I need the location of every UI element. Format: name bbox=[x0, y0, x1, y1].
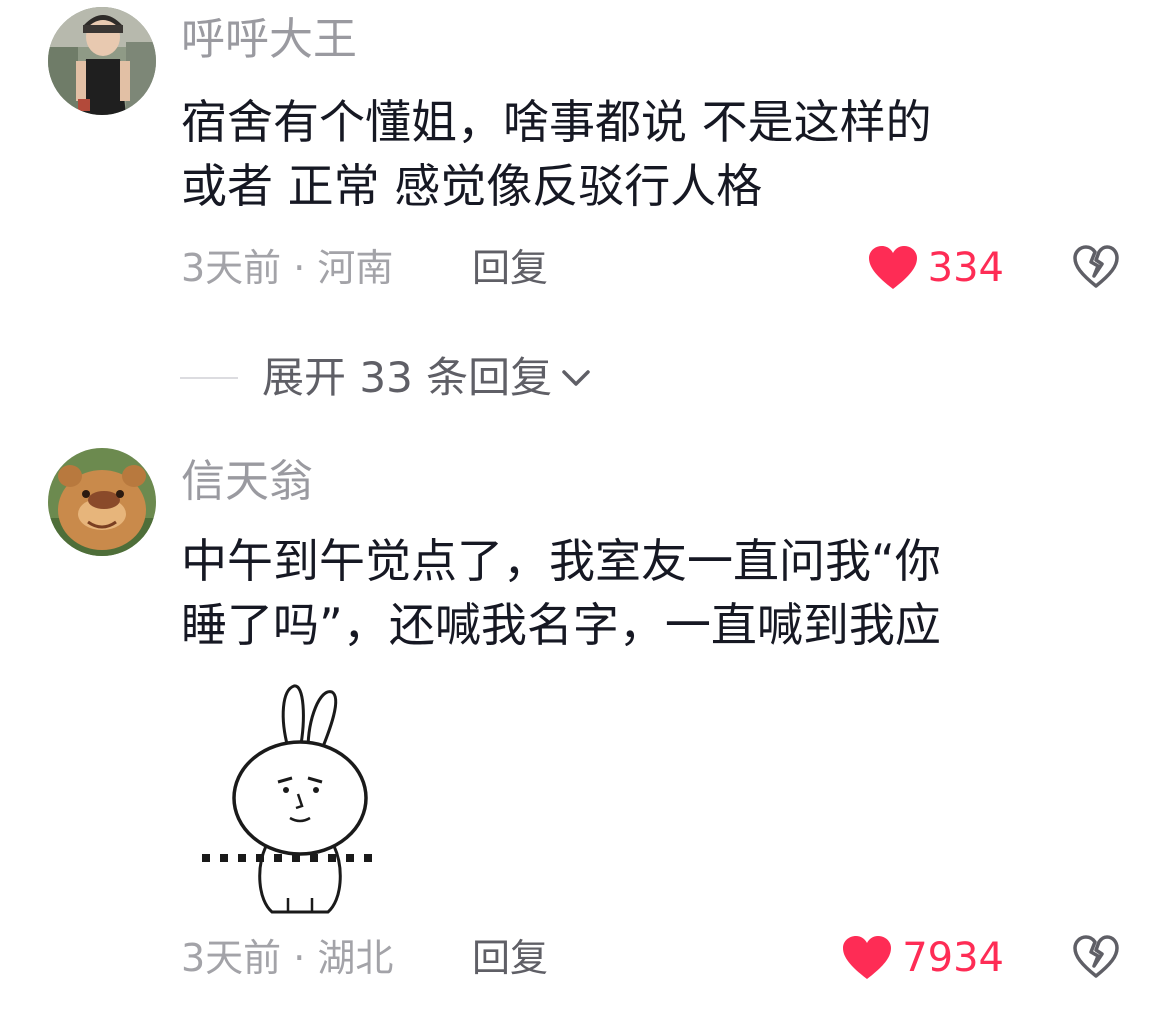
comment-text-line: 睡了吗”，还喊我名字，一直喊到我应 bbox=[181, 598, 941, 652]
username[interactable]: 呼呼大王 bbox=[181, 12, 357, 68]
expand-replies-label: 展开 33 条回复 bbox=[262, 353, 553, 402]
heart-icon bbox=[843, 936, 892, 979]
comment-item: 呼呼大王 宿舍有个懂姐，啥事都说 不是这样的 或者 正常 感觉像反驳行人格 3天… bbox=[0, 0, 1170, 330]
like-count: 334 bbox=[927, 245, 1004, 291]
comment-text-line: 或者 正常 感觉像反驳行人格 bbox=[181, 159, 763, 213]
reply-button[interactable]: 回复 bbox=[472, 934, 548, 982]
broken-heart-icon[interactable] bbox=[1072, 244, 1120, 290]
comment-text-line: 宿舍有个懂姐，啥事都说 不是这样的 bbox=[181, 95, 932, 149]
comment-text: 中午到午觉点了，我室友一直问我“你 睡了吗”，还喊我名字，一直喊到我应 bbox=[181, 529, 1121, 657]
like-button[interactable]: 334 bbox=[868, 244, 1004, 292]
username[interactable]: 信天翁 bbox=[181, 454, 313, 510]
comment-text-line: 中午到午觉点了，我室友一直问我“你 bbox=[181, 534, 941, 588]
avatar[interactable] bbox=[48, 448, 156, 556]
like-count: 7934 bbox=[902, 935, 1004, 981]
rabbit-sticker-image[interactable] bbox=[196, 678, 396, 918]
divider-line bbox=[180, 377, 238, 379]
avatar-image bbox=[48, 448, 156, 556]
chevron-down-icon bbox=[562, 370, 590, 386]
reply-button[interactable]: 回复 bbox=[472, 244, 548, 292]
comment-item: 信天翁 中午到午觉点了，我室友一直问我“你 睡了吗”，还喊我名字，一直喊到我应 … bbox=[0, 440, 1170, 1026]
expand-replies[interactable]: 展开 33 条回复 bbox=[180, 352, 594, 404]
like-button[interactable]: 7934 bbox=[842, 934, 1004, 982]
time-location: 3天前 · 河南 bbox=[181, 246, 394, 290]
avatar-image bbox=[48, 7, 156, 115]
comment-text: 宿舍有个懂姐，啥事都说 不是这样的 或者 正常 感觉像反驳行人格 bbox=[181, 90, 1121, 218]
broken-heart-icon[interactable] bbox=[1072, 934, 1120, 980]
time-location: 3天前 · 湖北 bbox=[181, 936, 394, 980]
avatar[interactable] bbox=[48, 7, 156, 115]
heart-icon bbox=[868, 246, 917, 289]
